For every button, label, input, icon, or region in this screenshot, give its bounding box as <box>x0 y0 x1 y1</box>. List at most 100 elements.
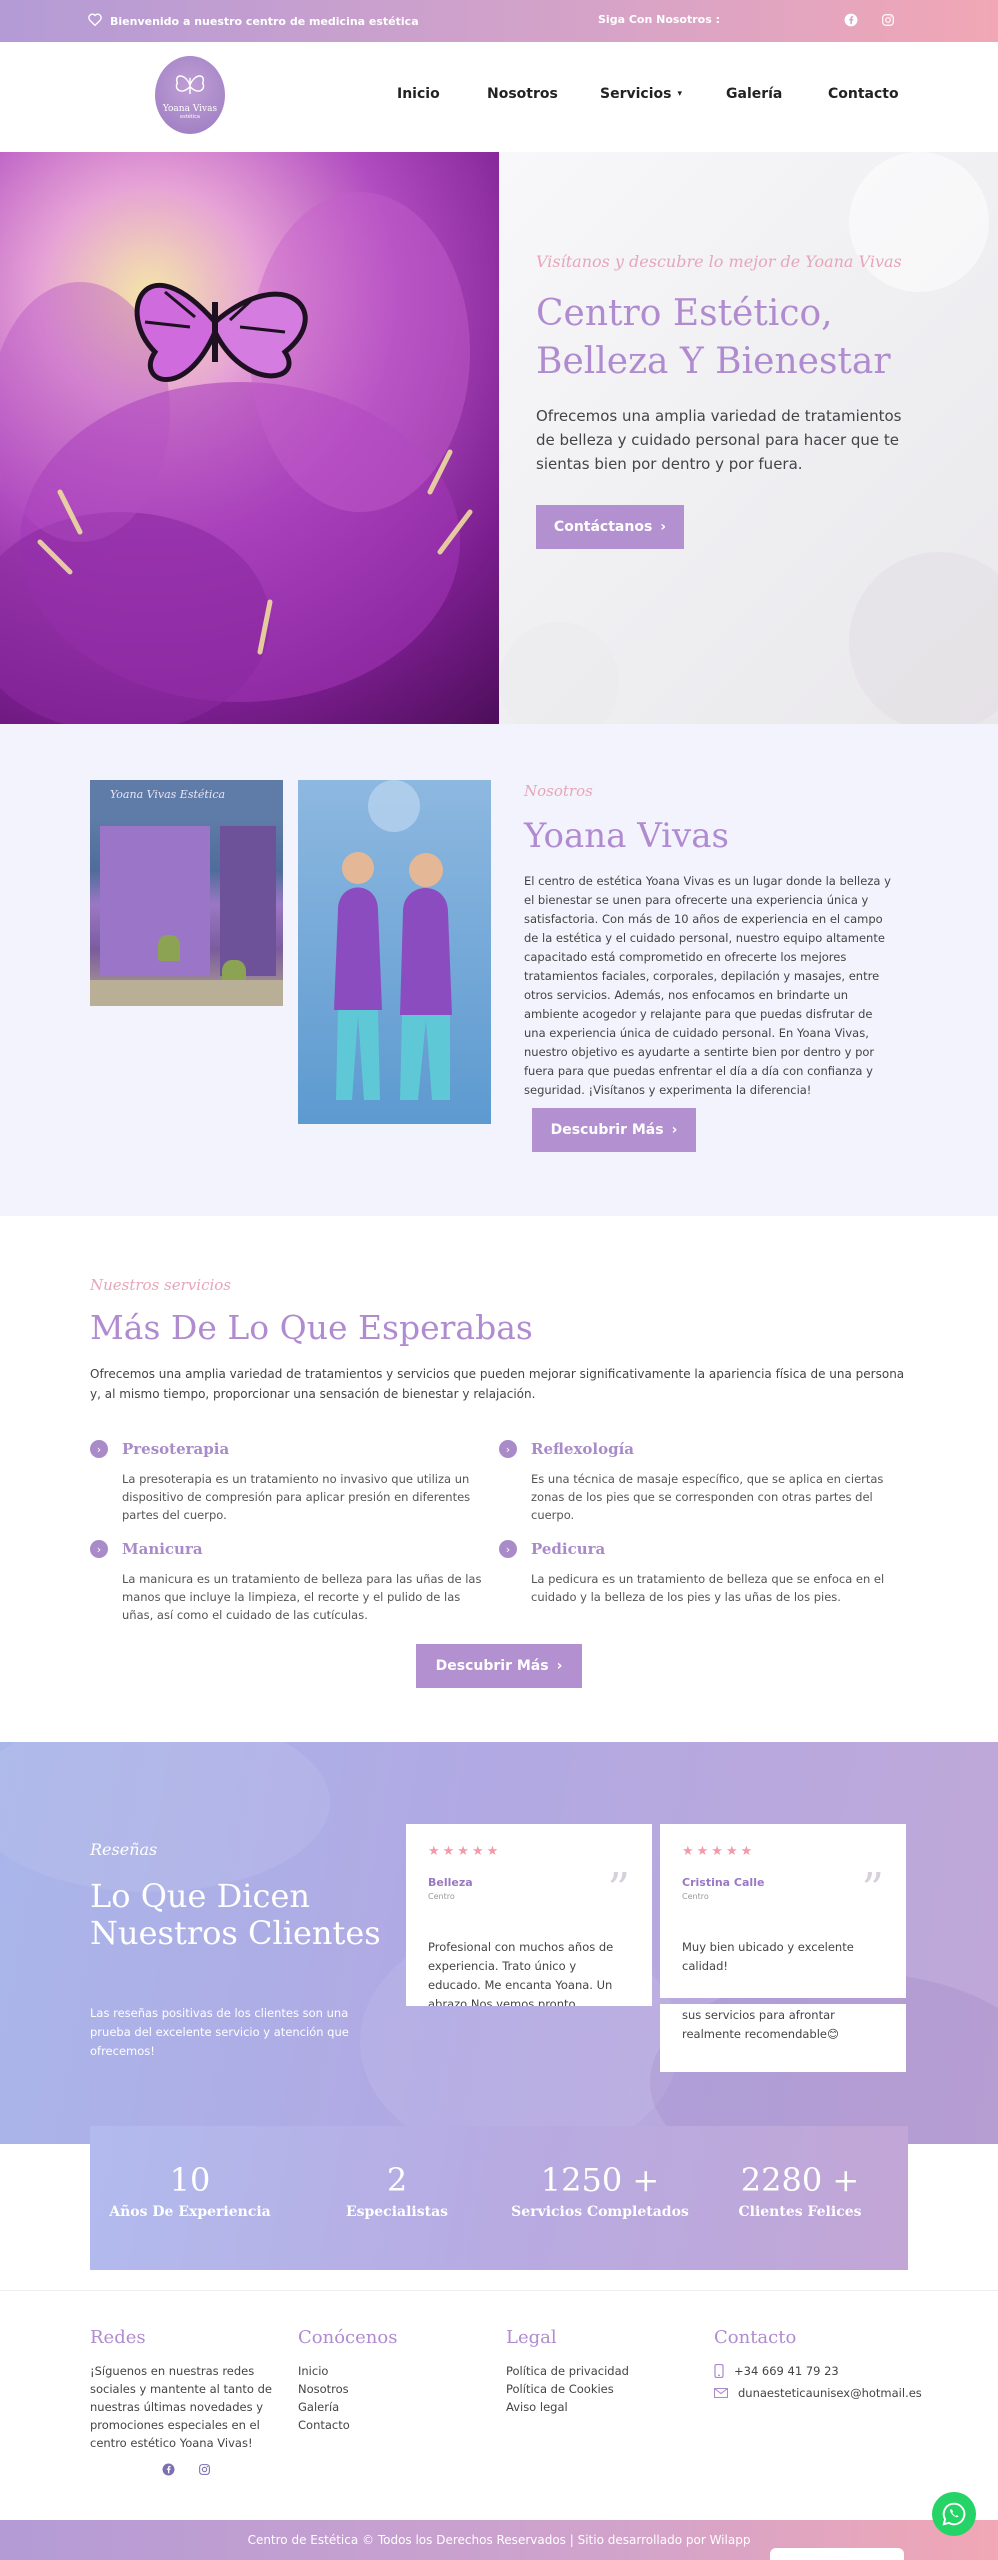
services-discover-label: Descubrir Más <box>435 1658 549 1674</box>
welcome-text: Bienvenido a nuestro centro de medicina … <box>110 14 419 28</box>
instagram-icon[interactable] <box>880 12 896 28</box>
chevron-right-icon: › <box>671 1122 678 1138</box>
facebook-icon[interactable] <box>160 2461 176 2477</box>
service-item: › Reflexología Es una técnica de masaje e… <box>499 1440 899 1524</box>
rating-stars: ★★★★★ <box>428 1844 502 1859</box>
site-logo[interactable]: Yoana Vivas estética <box>155 56 225 134</box>
footer-legal-title: Legal <box>506 2327 557 2348</box>
footer-link-contacto[interactable]: Contacto <box>298 2416 397 2434</box>
service-name: Presoterapia <box>122 1440 230 1458</box>
stat-item: 10 Años De Experiencia <box>90 2160 290 2220</box>
footer-link-inicio[interactable]: Inicio <box>298 2362 397 2380</box>
stat-number: 1250 + <box>540 2161 660 2199</box>
footer-email[interactable]: dunaesteticaunisex@hotmail.es <box>714 2384 922 2402</box>
hero-image-butterfly-flower <box>0 152 499 724</box>
footer-contacto-title: Contacto <box>714 2327 797 2348</box>
service-description: Es una técnica de masaje específico, que… <box>531 1472 884 1522</box>
service-description: La presoterapia es un tratamiento no inv… <box>122 1472 471 1522</box>
chevron-right-circle-icon: › <box>499 1540 517 1558</box>
footer-phone[interactable]: +34 669 41 79 23 <box>714 2362 922 2380</box>
stat-number: 2280 + <box>740 2161 860 2199</box>
butterfly-icon <box>175 75 205 94</box>
storefront-sign: Yoana Vivas Estética <box>110 788 226 801</box>
chevron-right-circle-icon: › <box>499 1440 517 1458</box>
phone-icon <box>714 2364 724 2378</box>
service-item: › Pedicura La pedicura es un tratamiento … <box>499 1540 899 1606</box>
services-title: Más De Lo Que Esperabas <box>90 1308 533 1347</box>
about-description: El centro de estética Yoana Vivas es un … <box>524 874 891 1097</box>
about-discover-label: Descubrir Más <box>550 1122 664 1138</box>
about-section: Yoana Vivas Estética Nosotros Yoana Viva… <box>0 724 998 1216</box>
instagram-icon[interactable] <box>196 2461 212 2477</box>
quote-icon: ” <box>607 1864 631 1915</box>
stat-item: 2280 + Clientes Felices <box>700 2160 900 2220</box>
stat-label: Años De Experiencia <box>109 2204 271 2220</box>
site-header: Yoana Vivas estética Inicio Nosotros Ser… <box>0 42 998 152</box>
footer-redes-title: Redes <box>90 2327 146 2348</box>
services-kicker: Nuestros servicios <box>90 1276 231 1294</box>
stat-number: 10 <box>169 2161 211 2199</box>
hero-section: Visítanos y descubre lo mejor de Yoana V… <box>0 152 998 724</box>
footer-link-galeria[interactable]: Galería <box>298 2398 397 2416</box>
stat-label: Especialistas <box>345 2204 449 2220</box>
service-description: La manicura es un tratamiento de belleza… <box>122 1572 482 1622</box>
stat-label: Servicios Completados <box>511 2204 689 2220</box>
services-section: Nuestros servicios Más De Lo Que Esperab… <box>0 1216 998 1742</box>
footer-redes-text: ¡Síguenos en nuestras redes sociales y m… <box>90 2364 272 2450</box>
review-text: sus servicios para afrontar realmente re… <box>682 2008 839 2041</box>
footer-link-nosotros[interactable]: Nosotros <box>298 2380 397 2398</box>
chevron-down-icon: ▾ <box>677 89 682 99</box>
reviews-section: Reseñas Lo Que Dicen Nuestros Clientes L… <box>0 1742 998 2144</box>
footer-contacto: Contacto +34 669 41 79 23 dunaesteticaun… <box>714 2327 922 2402</box>
chevron-right-icon: › <box>556 1658 563 1674</box>
logo-title: Yoana Vivas <box>162 104 218 114</box>
nav-servicios[interactable]: Servicios ▾ <box>600 86 682 102</box>
review-text: Profesional con muchos años de experienc… <box>428 1940 614 2006</box>
reviewer-name: Cristina Calle <box>682 1876 765 1889</box>
services-intro: Ofrecemos una amplia variedad de tratami… <box>90 1367 905 1401</box>
reviewer-name: Belleza <box>428 1876 473 1889</box>
about-kicker: Nosotros <box>524 782 593 800</box>
logo-subtitle: estética <box>180 114 200 120</box>
footer-conocenos-title: Conócenos <box>298 2327 398 2348</box>
service-description: La pedicura es un tratamiento de belleza… <box>531 1572 885 1604</box>
footer-redes: Redes ¡Síguenos en nuestras redes social… <box>90 2327 282 2452</box>
facebook-icon[interactable] <box>843 12 859 28</box>
chat-widget-tab[interactable] <box>770 2548 904 2560</box>
rating-stars: ★★★★★ <box>682 1844 756 1859</box>
footer-link-legal-notice[interactable]: Aviso legal <box>506 2398 629 2416</box>
top-bar: Bienvenido a nuestro centro de medicina … <box>0 0 998 42</box>
review-card: ★★★★★ Belleza Centro ” Profesional con m… <box>406 1824 652 2006</box>
footer-conocenos: Conócenos Inicio Nosotros Galería Contac… <box>298 2327 397 2434</box>
service-name: Reflexología <box>531 1440 635 1458</box>
services-discover-button[interactable]: Descubrir Más › <box>416 1644 582 1688</box>
footer-link-cookies[interactable]: Política de Cookies <box>506 2380 629 2398</box>
storefront-photo: Yoana Vivas Estética <box>90 780 283 1006</box>
reviews-description: Las reseñas positivas de los clientes so… <box>90 2006 349 2058</box>
hero-kicker: Visítanos y descubre lo mejor de Yoana V… <box>536 252 902 271</box>
welcome-message: Bienvenido a nuestro centro de medicina … <box>88 13 419 29</box>
contact-button[interactable]: Contáctanos › <box>536 505 684 549</box>
copyright-text: Centro de Estética © Todos los Derechos … <box>247 2533 751 2547</box>
stat-label: Clientes Felices <box>738 2204 862 2220</box>
footer-link-privacy[interactable]: Política de privacidad <box>506 2362 629 2380</box>
quote-icon: ” <box>861 1864 885 1915</box>
chevron-right-circle-icon: › <box>90 1540 108 1558</box>
reviewer-role: Centro <box>428 1892 455 1901</box>
nav-nosotros[interactable]: Nosotros <box>487 86 558 102</box>
footer-email-text: dunaesteticaunisex@hotmail.es <box>738 2386 922 2400</box>
chevron-right-icon: › <box>660 519 667 535</box>
reviews-title: Lo Que Dicen Nuestros Clientes <box>90 1877 381 1952</box>
hero-title: Centro Estético, Belleza Y Bienestar <box>536 293 891 382</box>
service-name: Pedicura <box>531 1540 606 1558</box>
reviewer-role: Centro <box>682 1892 709 1901</box>
stats-banner: 10 Años De Experiencia 2 Especialistas 1… <box>90 2126 908 2270</box>
nav-galeria[interactable]: Galería <box>726 86 782 102</box>
nav-inicio[interactable]: Inicio <box>397 86 440 102</box>
footer-legal: Legal Política de privacidad Política de… <box>506 2327 629 2416</box>
hero-description: Ofrecemos una amplia variedad de tratami… <box>536 407 902 473</box>
about-discover-button[interactable]: Descubrir Más › <box>532 1108 696 1152</box>
whatsapp-button[interactable] <box>932 2492 976 2536</box>
nav-contacto[interactable]: Contacto <box>828 86 899 102</box>
service-item: › Manicura La manicura es un tratamiento … <box>90 1540 490 1624</box>
